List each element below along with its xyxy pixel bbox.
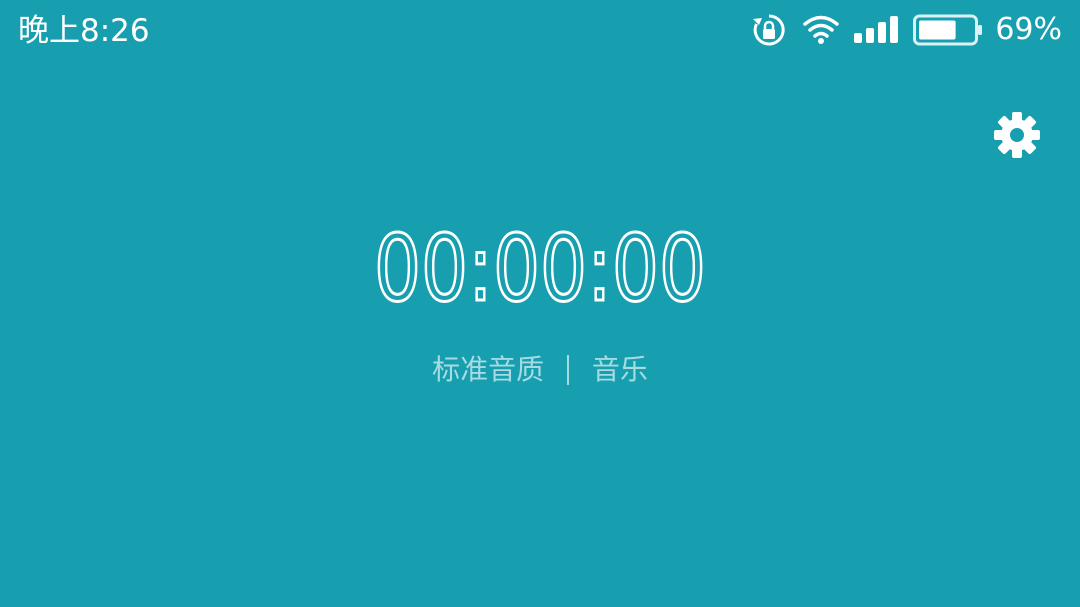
timer-display: 00:00:00 [0, 222, 1080, 314]
rotate-lock-icon [751, 12, 787, 48]
wifi-icon [803, 15, 840, 45]
settings-button[interactable] [992, 110, 1042, 160]
timer-text: 00:00:00 [374, 222, 706, 310]
status-bar: 晚上8:26 69% [0, 0, 1080, 62]
battery-icon [913, 14, 983, 46]
battery-fill [919, 20, 956, 40]
recording-info: 标准音质 音乐 [0, 349, 1080, 390]
quality-label[interactable]: 标准音质 [432, 353, 544, 386]
mode-label[interactable]: 音乐 [592, 353, 648, 386]
gear-icon [994, 112, 1040, 158]
divider [567, 355, 569, 385]
battery-percent: 69% [995, 12, 1062, 47]
status-icons: 69% [751, 10, 1062, 50]
status-time: 晚上8:26 [18, 13, 150, 49]
signal-icon [853, 16, 899, 44]
